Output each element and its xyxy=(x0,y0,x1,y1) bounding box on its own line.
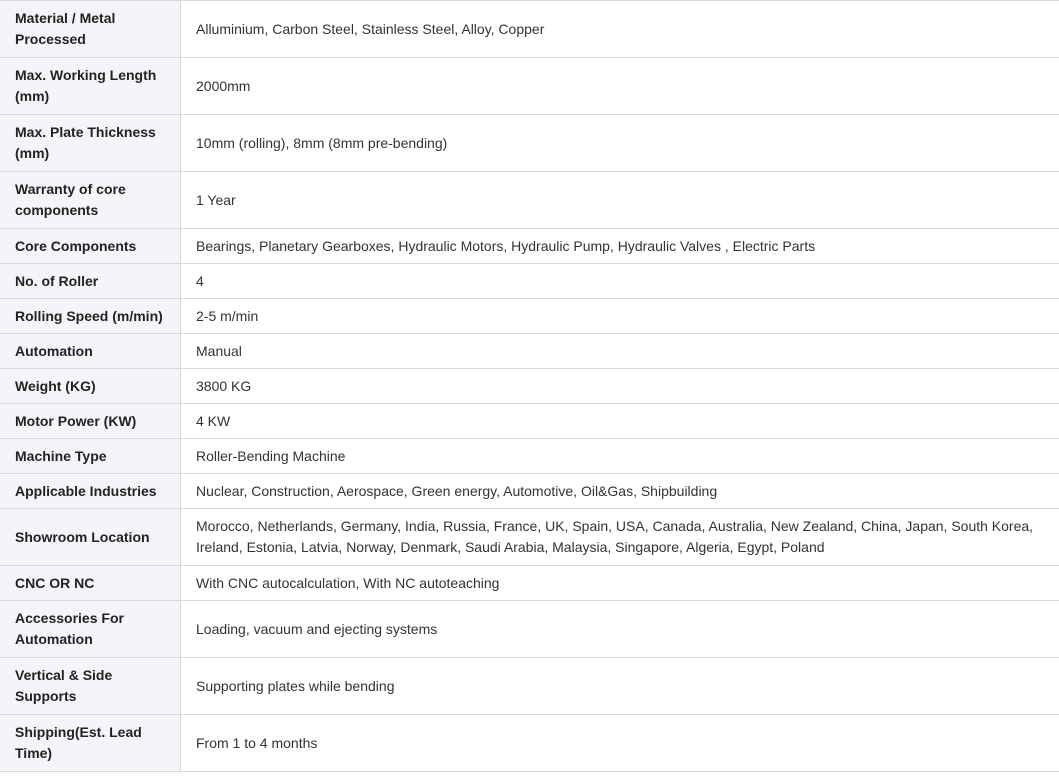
spec-value: Morocco, Netherlands, Germany, India, Ru… xyxy=(180,508,1059,566)
spec-row-roller-count: No. of Roller 4 xyxy=(0,263,1059,299)
spec-row-automation: Automation Manual xyxy=(0,333,1059,369)
spec-label: Rolling Speed (m/min) xyxy=(0,298,181,334)
spec-row-motor-power: Motor Power (KW) 4 KW xyxy=(0,403,1059,439)
spec-value: Manual xyxy=(180,333,1059,369)
spec-label: Shipping(Est. Lead Time) xyxy=(0,714,181,772)
spec-row-accessories: Accessories For Automation Loading, vacu… xyxy=(0,600,1059,658)
spec-row-weight: Weight (KG) 3800 KG xyxy=(0,368,1059,404)
spec-row-cnc: CNC OR NC With CNC autocalculation, With… xyxy=(0,565,1059,601)
spec-label: Vertical & Side Supports xyxy=(0,657,181,715)
spec-label: Showroom Location xyxy=(0,508,181,566)
spec-label: Warranty of core components xyxy=(0,171,181,229)
spec-label: Applicable Industries xyxy=(0,473,181,509)
spec-row-industries: Applicable Industries Nuclear, Construct… xyxy=(0,473,1059,509)
spec-label: Accessories For Automation xyxy=(0,600,181,658)
spec-row-supports: Vertical & Side Supports Supporting plat… xyxy=(0,657,1059,715)
spec-value: Nuclear, Construction, Aerospace, Green … xyxy=(180,473,1059,509)
spec-value: Supporting plates while bending xyxy=(180,657,1059,715)
spec-value: Alluminium, Carbon Steel, Stainless Stee… xyxy=(180,0,1059,58)
spec-value: 3800 KG xyxy=(180,368,1059,404)
spec-label: Max. Working Length (mm) xyxy=(0,57,181,115)
spec-row-warranty: Warranty of core components 1 Year xyxy=(0,171,1059,229)
spec-value: Loading, vacuum and ejecting systems xyxy=(180,600,1059,658)
spec-value: 4 KW xyxy=(180,403,1059,439)
spec-value: Bearings, Planetary Gearboxes, Hydraulic… xyxy=(180,228,1059,264)
spec-value: 2-5 m/min xyxy=(180,298,1059,334)
spec-label: CNC OR NC xyxy=(0,565,181,601)
spec-row-material: Material / Metal Processed Alluminium, C… xyxy=(0,0,1059,58)
spec-row-showroom: Showroom Location Morocco, Netherlands, … xyxy=(0,508,1059,566)
spec-value: 2000mm xyxy=(180,57,1059,115)
spec-row-core-components: Core Components Bearings, Planetary Gear… xyxy=(0,228,1059,264)
spec-row-plate-thickness: Max. Plate Thickness (mm) 10mm (rolling)… xyxy=(0,114,1059,172)
spec-row-rolling-speed: Rolling Speed (m/min) 2-5 m/min xyxy=(0,298,1059,334)
spec-label: Machine Type xyxy=(0,438,181,474)
spec-row-machine-type: Machine Type Roller-Bending Machine xyxy=(0,438,1059,474)
spec-label: Weight (KG) xyxy=(0,368,181,404)
spec-value: With CNC autocalculation, With NC autote… xyxy=(180,565,1059,601)
spec-label: Max. Plate Thickness (mm) xyxy=(0,114,181,172)
spec-label: Material / Metal Processed xyxy=(0,0,181,58)
spec-value: From 1 to 4 months xyxy=(180,714,1059,772)
spec-label: Automation xyxy=(0,333,181,369)
spec-value: 1 Year xyxy=(180,171,1059,229)
spec-label: Motor Power (KW) xyxy=(0,403,181,439)
spec-value: 10mm (rolling), 8mm (8mm pre-bending) xyxy=(180,114,1059,172)
specifications-table: Material / Metal Processed Alluminium, C… xyxy=(0,0,1059,772)
spec-label: No. of Roller xyxy=(0,263,181,299)
spec-value: 4 xyxy=(180,263,1059,299)
spec-label: Core Components xyxy=(0,228,181,264)
spec-row-shipping: Shipping(Est. Lead Time) From 1 to 4 mon… xyxy=(0,714,1059,772)
spec-value: Roller-Bending Machine xyxy=(180,438,1059,474)
spec-row-working-length: Max. Working Length (mm) 2000mm xyxy=(0,57,1059,115)
